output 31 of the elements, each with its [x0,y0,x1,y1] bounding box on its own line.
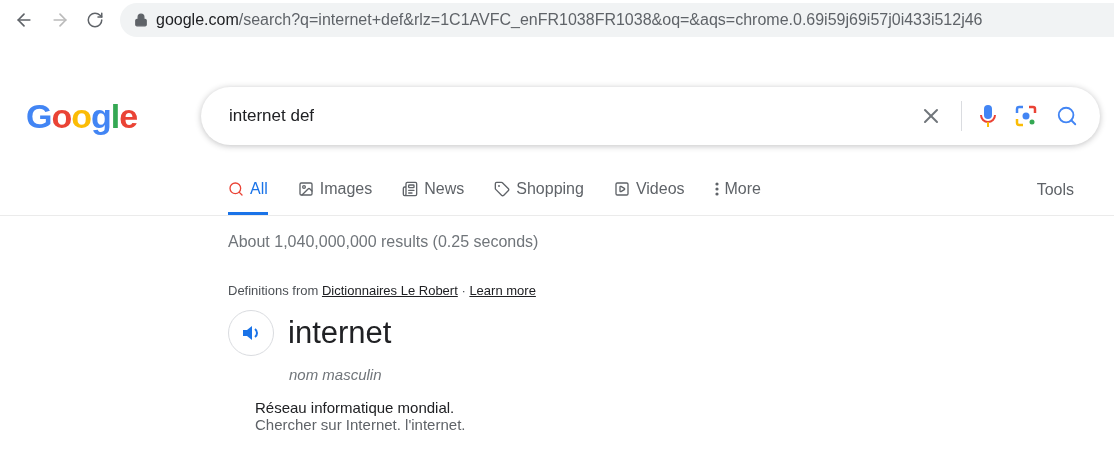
search-icon[interactable] [1056,105,1078,127]
search-tab[interactable]: News [402,165,465,215]
dots-icon [714,181,719,196]
search-tab[interactable]: Videos [613,165,685,215]
search-tab[interactable]: All [228,165,268,215]
search-tab[interactable]: Shopping [494,165,584,215]
search-tab[interactable]: More [714,165,761,215]
search-field[interactable]: internet def [227,105,901,127]
reload-icon[interactable] [86,11,104,29]
usage-example: Chercher sur Internet. l'internet. [255,416,467,433]
definition-word: internet [288,315,392,351]
address-bar[interactable]: google.com/search?q=internet+def&rlz=1C1AVFC_enFR1038FR1038&oq=&aqs=chrome.0.69i59j69i57j0i433i512j46 [120,3,1114,37]
search-tab[interactable]: Images [297,165,373,215]
learn-more-link[interactable]: Learn more [469,283,536,298]
newspaper-icon [402,180,419,197]
camera-icon[interactable] [1014,104,1038,128]
tag-icon [494,180,511,197]
part-of-speech: nom masculin [289,366,383,383]
definition-source: Definitions from Dictionnaires Le Robert · Learn more [228,283,537,298]
search-icon [228,180,244,197]
url-text: google.com/search?q=internet+def&rlz=1C1AVFC_enFR1038FR1038&oq=&aqs=chrome.0.69i59j69i57j0i433i512j46 [156,11,983,29]
lock-icon [134,13,148,27]
source-link[interactable]: Dictionnaires Le Robert [321,283,458,298]
logo[interactable]: Google [26,96,201,136]
play-icon [613,180,630,197]
result-stats: About 1,040,000,000 results (0.25 seconds) [228,233,540,251]
speaker-icon [242,325,260,341]
microphone-icon[interactable] [980,104,996,128]
definition-text: Réseau informatique mondial. [255,399,456,416]
image-icon [297,180,314,197]
tools-button[interactable]: Tools [1036,165,1074,215]
